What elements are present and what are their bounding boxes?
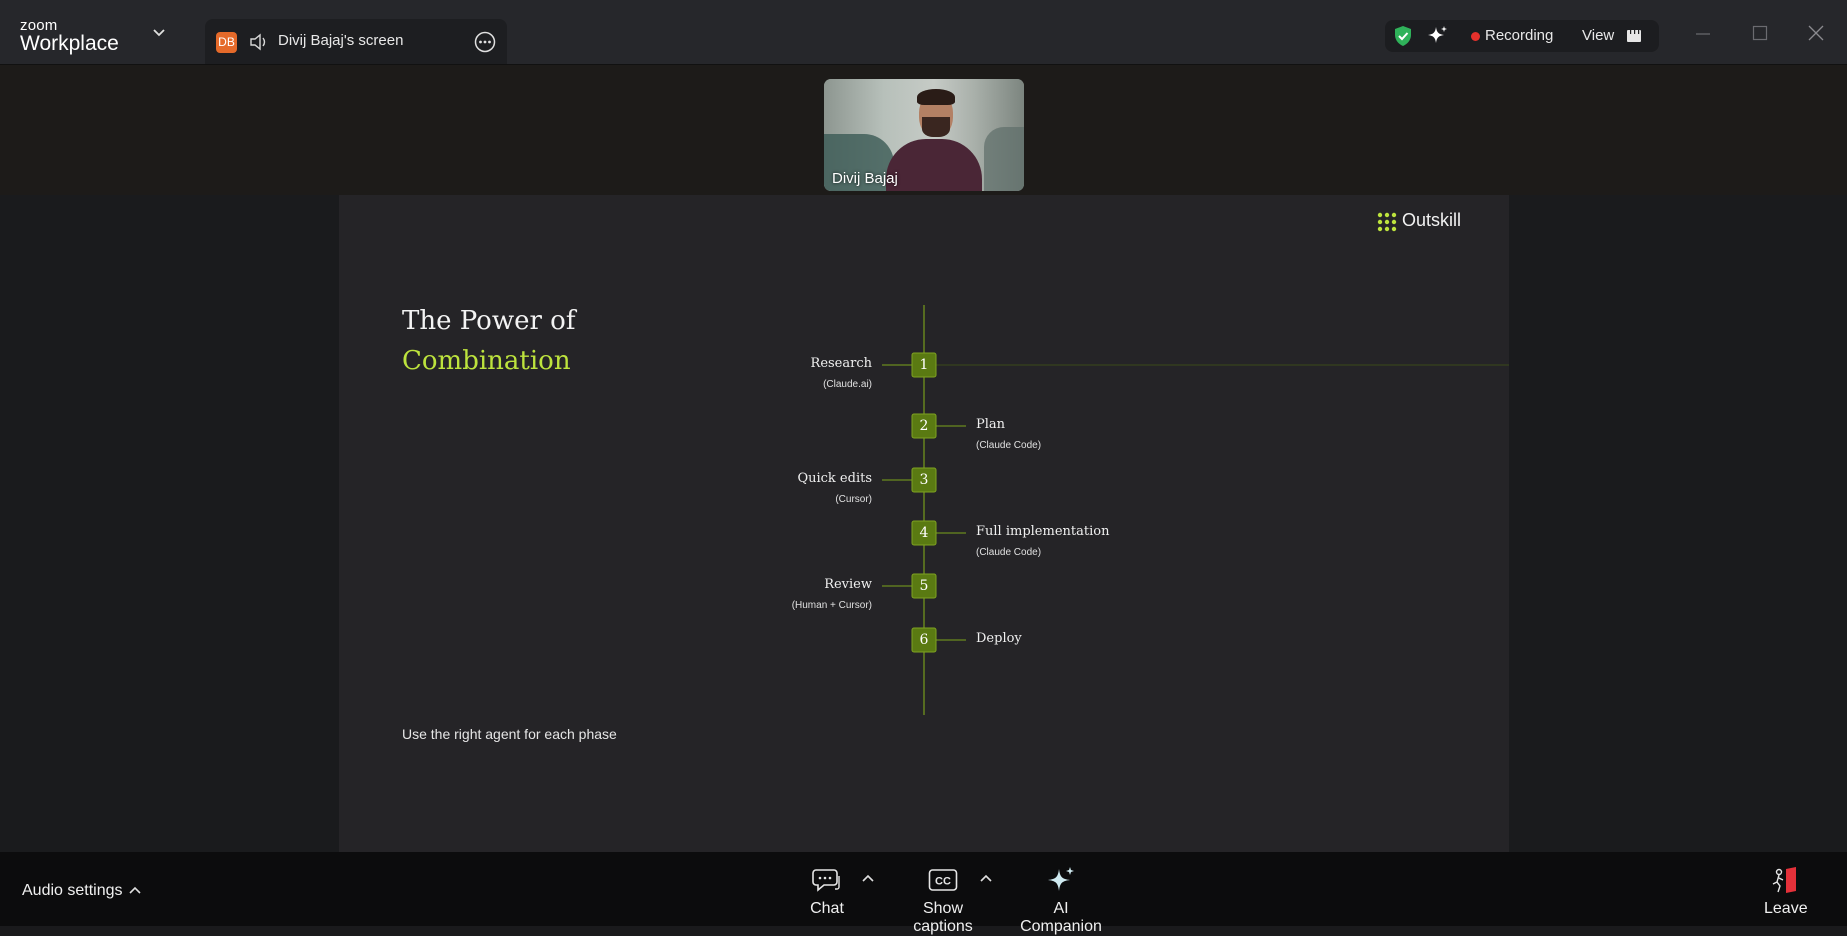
meeting-toolbar: Audio settings Chat CC Show captions AI …: [0, 852, 1847, 935]
closed-captions-icon: CC: [928, 869, 958, 891]
participant-video-tile[interactable]: Divij Bajaj: [824, 79, 1024, 191]
leave-button[interactable]: Leave: [1764, 866, 1808, 918]
zoom-workplace-logo: zoom Workplace: [20, 18, 119, 55]
shared-screen-area: Outskill The Power of Combination 1 2 3 …: [0, 195, 1847, 852]
step-tool-5: (Human + Cursor): [791, 600, 872, 611]
ai-companion-label: AI Companion: [1020, 900, 1102, 935]
step-tool-4: (Claude Code): [976, 547, 1042, 558]
slide-subtitle: Use the right agent for each phase: [402, 726, 617, 742]
avatar: DB: [216, 32, 237, 53]
participant-hair: [917, 89, 955, 105]
view-button[interactable]: View: [1582, 27, 1614, 44]
video-plant-right: [984, 127, 1024, 191]
step-number-2: 2: [919, 418, 929, 434]
chat-icon: [812, 869, 840, 892]
recording-dot-icon: [1471, 32, 1480, 41]
step-number-6: 6: [919, 632, 929, 648]
svg-text:CC: CC: [935, 876, 951, 888]
step-tool-2: (Claude Code): [976, 440, 1042, 451]
chevron-up-icon[interactable]: [129, 886, 141, 894]
maximize-icon[interactable]: [1751, 24, 1769, 42]
participant-beard: [922, 117, 950, 137]
meeting-status-pill: Recording View: [1385, 20, 1659, 52]
ai-sparkle-icon: [1048, 867, 1074, 891]
screen-share-tab[interactable]: DB Divij Bajaj's screen: [205, 19, 507, 64]
step-number-4: 4: [919, 525, 929, 541]
show-captions-label: Show captions: [913, 900, 973, 935]
participant-name: Divij Bajaj: [832, 170, 898, 187]
step-label-6: Deploy: [976, 631, 1022, 646]
step-label-1: Research: [810, 356, 872, 371]
logo-zoom-text: zoom: [20, 17, 58, 34]
captions-options-chevron-icon[interactable]: [980, 874, 992, 882]
step-number-3: 3: [919, 472, 929, 488]
shield-check-icon[interactable]: [1392, 25, 1414, 47]
recording-status[interactable]: Recording: [1485, 27, 1553, 44]
leave-door-icon: [1772, 867, 1796, 893]
grid-view-icon[interactable]: [1626, 29, 1642, 43]
step-label-2: Plan: [976, 417, 1006, 432]
chat-button[interactable]: Chat: [808, 866, 846, 918]
step-label-3: Quick edits: [797, 471, 872, 486]
step-number-5: 5: [919, 578, 929, 594]
step-number-1: 1: [919, 357, 929, 373]
chevron-down-icon[interactable]: [152, 28, 166, 38]
step-label-4: Full implementation: [976, 524, 1110, 539]
more-options-icon[interactable]: [474, 31, 496, 53]
step-tool-1: (Claude.ai): [823, 379, 872, 390]
logo-workplace-text: Workplace: [20, 32, 119, 55]
chat-label: Chat: [810, 900, 844, 917]
share-tab-label: Divij Bajaj's screen: [278, 32, 404, 49]
speaker-icon[interactable]: [249, 33, 269, 51]
chat-options-chevron-icon[interactable]: [862, 874, 874, 882]
close-icon[interactable]: [1807, 24, 1825, 42]
leave-label: Leave: [1764, 900, 1808, 917]
video-strip: Divij Bajaj: [0, 65, 1847, 195]
audio-settings-button[interactable]: Audio settings: [22, 882, 123, 900]
step-tool-3: (Cursor): [835, 494, 872, 505]
sparkle-icon[interactable]: [1426, 25, 1448, 47]
title-bar: zoom Workplace DB Divij Bajaj's screen R…: [0, 0, 1847, 65]
presentation-slide: Outskill The Power of Combination 1 2 3 …: [339, 195, 1509, 852]
step-label-5: Review: [824, 577, 872, 592]
minimize-icon[interactable]: [1694, 24, 1712, 42]
